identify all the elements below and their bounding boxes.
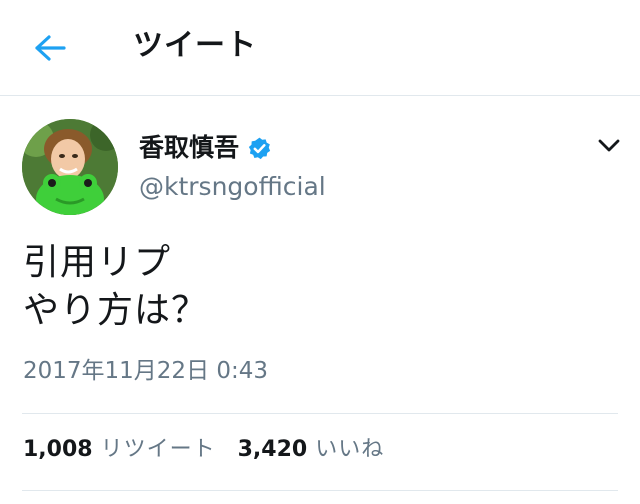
tweet-text: 引用リプ やり方は？ (23, 239, 613, 335)
chevron-down-icon (598, 139, 620, 152)
arrow-left-icon (35, 35, 66, 61)
tweet-stats: 1,008 リツイート 3,420 いいね (23, 433, 384, 467)
page-title: ツイート (133, 28, 257, 63)
top-bar: ツイート (0, 0, 640, 96)
avatar[interactable] (22, 119, 118, 215)
avatar-image (22, 119, 118, 215)
like-count-label: いいね (315, 437, 385, 462)
display-name: 香取慎吾 (139, 133, 240, 162)
user-handle[interactable]: @ktrsngofficial (139, 170, 326, 204)
like-count[interactable]: 3,420 いいね (238, 433, 385, 467)
divider (22, 490, 618, 491)
tweet-menu-button[interactable] (594, 132, 624, 160)
retweet-count-label: リツイート (100, 437, 216, 462)
tweet-timestamp: 2017年11月22日 0:43 (23, 358, 269, 384)
tweet-detail-screen: ツイート 香取慎吾 @ktrsngofficial 引用リプ やり方は？ 201… (0, 0, 640, 504)
author-name-row[interactable]: 香取慎吾 (139, 128, 272, 168)
verified-badge-icon (247, 136, 272, 161)
like-count-value: 3,420 (237, 437, 308, 462)
retweet-count[interactable]: 1,008 リツイート (23, 433, 216, 467)
back-button[interactable] (28, 28, 72, 68)
tweet-text-line: やり方は？ (23, 290, 209, 331)
tweet-text-line: 引用リプ (23, 242, 172, 283)
divider (22, 413, 618, 414)
retweet-count-value: 1,008 (23, 437, 93, 462)
